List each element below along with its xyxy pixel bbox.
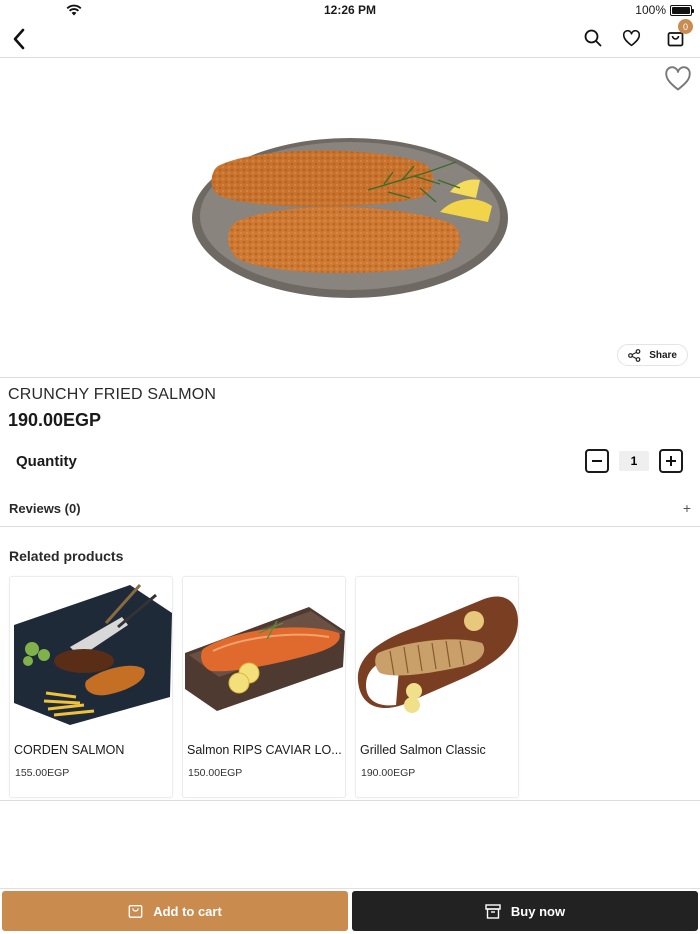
share-label: Share <box>649 349 677 361</box>
buy-now-button[interactable]: Buy now <box>352 891 698 931</box>
product-thumbnail <box>357 596 518 713</box>
divider <box>0 800 700 801</box>
related-product-price: 155.00EGP <box>15 767 70 779</box>
status-time: 12:26 PM <box>323 3 377 17</box>
favorite-button[interactable] <box>664 66 692 92</box>
decrease-quantity-button[interactable] <box>585 449 609 473</box>
wishlist-button[interactable] <box>619 26 643 50</box>
product-title: CRUNCHY FRIED SALMON <box>8 386 217 403</box>
product-image <box>192 138 508 298</box>
product-thumbnail <box>185 607 345 711</box>
reviews-label: Reviews (0) <box>9 501 81 516</box>
product-image-area: Share <box>0 58 700 378</box>
quantity-row: Quantity <box>16 449 686 475</box>
share-button[interactable]: Share <box>617 344 688 366</box>
related-product-name: Grilled Salmon Classic <box>360 743 486 757</box>
related-product-price: 150.00EGP <box>188 767 243 779</box>
related-product-name: CORDEN SALMON <box>14 743 125 757</box>
buy-now-label: Buy now <box>510 903 566 919</box>
search-icon <box>584 29 602 47</box>
related-products-heading: Related products <box>9 548 124 564</box>
cart-count-badge: 0 <box>678 19 693 34</box>
related-product-name: Salmon RIPS CAVIAR LO... <box>187 743 342 757</box>
related-product-price: 190.00EGP <box>361 767 416 779</box>
back-button[interactable] <box>6 26 32 52</box>
chevron-left-icon <box>13 28 25 50</box>
heart-icon <box>665 66 691 91</box>
product-price: 190.00EGP <box>8 410 102 430</box>
quantity-label: Quantity <box>16 453 77 470</box>
share-icon <box>628 348 641 362</box>
related-product-card[interactable]: CORDEN SALMON 155.00EGP <box>9 576 173 798</box>
add-to-cart-label: Add to cart <box>153 903 222 919</box>
add-to-cart-button[interactable]: Add to cart <box>2 891 348 931</box>
search-button[interactable] <box>581 26 605 50</box>
related-product-card[interactable]: Salmon RIPS CAVIAR LO... 150.00EGP <box>182 576 346 798</box>
minus-icon <box>592 460 602 462</box>
expand-reviews-icon: + <box>682 500 691 516</box>
increase-quantity-button[interactable] <box>659 449 683 473</box>
archive-box-icon <box>485 903 501 919</box>
related-products-list: CORDEN SALMON 155.00EGP Salmon RIPS CAVI… <box>9 576 519 798</box>
battery-percent: 100% <box>635 3 666 17</box>
reviews-section-toggle[interactable]: Reviews (0) + <box>0 490 700 527</box>
status-bar: 12:26 PM 100% <box>0 0 700 20</box>
battery-icon <box>670 4 694 16</box>
bottom-action-bar: Add to cart Buy now <box>0 888 700 934</box>
related-product-card[interactable]: Grilled Salmon Classic 190.00EGP <box>355 576 519 798</box>
heart-icon <box>622 29 640 46</box>
top-nav-bar: 0 <box>0 19 700 58</box>
product-thumbnail <box>14 583 172 725</box>
cart-button[interactable]: 0 <box>663 19 693 50</box>
quantity-input[interactable] <box>619 451 649 471</box>
battery-indicator: 100% <box>635 3 694 17</box>
shopping-bag-icon <box>128 904 143 918</box>
plus-icon <box>666 456 676 466</box>
